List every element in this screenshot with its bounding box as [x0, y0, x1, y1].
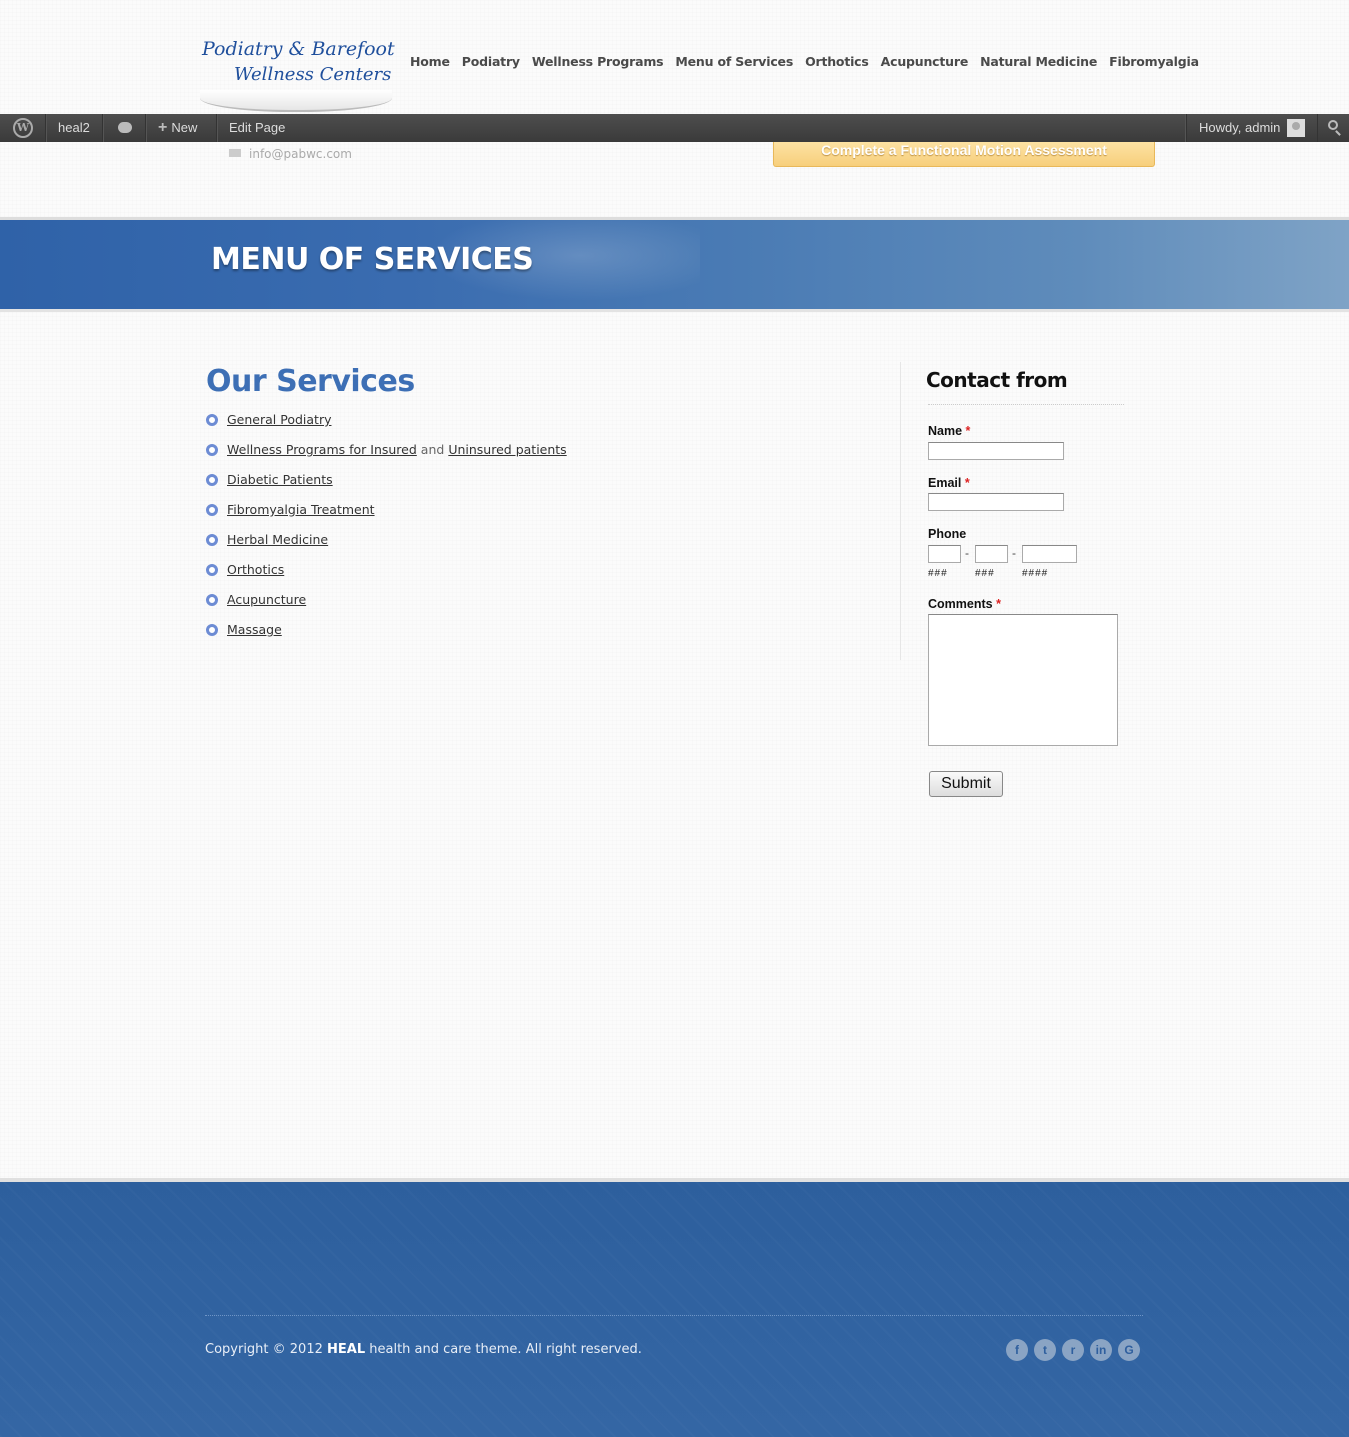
phone-prefix-field[interactable]	[975, 545, 1008, 563]
phone-dash: -	[965, 546, 969, 560]
plus-icon: +	[158, 119, 168, 136]
envelope-icon	[229, 149, 241, 157]
comments-label-text: Comments	[928, 597, 993, 611]
facebook-icon[interactable]: f	[1006, 1339, 1028, 1361]
bullet-icon	[206, 444, 218, 456]
header-email[interactable]: info@pabwc.com	[229, 147, 352, 161]
bullet-icon	[206, 594, 218, 606]
nav-orthotics[interactable]: Orthotics	[805, 54, 869, 69]
search-icon	[1328, 120, 1338, 130]
nav-fibromyalgia[interactable]: Fibromyalgia	[1109, 54, 1199, 69]
email-field[interactable]	[928, 493, 1064, 511]
email-label: Email *	[928, 476, 970, 490]
main-nav: Home Podiatry Wellness Programs Menu of …	[410, 54, 1199, 69]
contact-form-title: Contact from	[926, 368, 1068, 392]
list-item: Herbal Medicine	[206, 530, 567, 560]
phone-hint: ###	[928, 568, 948, 579]
new-label: New	[171, 120, 198, 135]
service-link[interactable]: Orthotics	[227, 562, 284, 577]
avatar	[1287, 119, 1305, 137]
comments-link[interactable]	[103, 114, 146, 142]
new-content-menu[interactable]: + New	[146, 114, 217, 142]
account-menu[interactable]: Howdy, admin	[1186, 114, 1318, 142]
linkedin-icon[interactable]: in	[1090, 1339, 1112, 1361]
edit-page-link[interactable]: Edit Page	[217, 114, 297, 142]
nav-acupuncture[interactable]: Acupuncture	[881, 54, 969, 69]
service-link[interactable]: Massage	[227, 622, 282, 637]
column-divider	[900, 362, 901, 660]
bullet-icon	[206, 414, 218, 426]
required-marker: *	[996, 597, 1001, 611]
logo-swoosh	[200, 90, 392, 112]
service-link[interactable]: Fibromyalgia Treatment	[227, 502, 375, 517]
google-icon[interactable]: G	[1118, 1339, 1140, 1361]
services-list: General Podiatry Wellness Programs for I…	[206, 410, 567, 650]
title-rule	[928, 404, 1124, 405]
rss-icon[interactable]: r	[1062, 1339, 1084, 1361]
admin-bar: W heal2 + New Edit Page Howdy, admin	[0, 114, 1349, 142]
phone-hint: ####	[1022, 568, 1049, 579]
service-link[interactable]: Herbal Medicine	[227, 532, 328, 547]
twitter-icon[interactable]: t	[1034, 1339, 1056, 1361]
bullet-icon	[206, 534, 218, 546]
name-field[interactable]	[928, 442, 1064, 460]
list-item: Acupuncture	[206, 590, 567, 620]
nav-podiatry[interactable]: Podiatry	[462, 54, 520, 69]
phone-dash: -	[1012, 546, 1016, 560]
logo-line2: Wellness Centers	[234, 64, 392, 85]
logo-line1: Podiatry & Barefoot	[202, 38, 395, 60]
admin-search[interactable]	[1318, 114, 1349, 142]
nav-natural-medicine[interactable]: Natural Medicine	[980, 54, 1097, 69]
comment-bubble-icon	[118, 122, 132, 133]
service-link[interactable]: Uninsured patients	[448, 442, 566, 457]
list-item: General Podiatry	[206, 410, 567, 440]
phone-label: Phone	[928, 527, 967, 541]
site-logo[interactable]: Podiatry & Barefoot Wellness Centers	[198, 30, 395, 112]
service-link[interactable]: Acupuncture	[227, 592, 306, 607]
comments-label: Comments *	[928, 597, 1001, 611]
wordpress-icon: W	[13, 118, 33, 138]
copyright-text: Copyright © 2012 HEAL health and care th…	[205, 1342, 642, 1357]
howdy-text: Howdy, admin	[1199, 120, 1281, 135]
service-link[interactable]: Diabetic Patients	[227, 472, 333, 487]
bullet-icon	[206, 564, 218, 576]
email-text: info@pabwc.com	[249, 147, 352, 161]
comments-field[interactable]	[928, 614, 1118, 746]
phone-area-field[interactable]	[928, 545, 961, 563]
list-item: Orthotics	[206, 560, 567, 590]
list-item: Diabetic Patients	[206, 470, 567, 500]
nav-wellness-programs[interactable]: Wellness Programs	[532, 54, 664, 69]
and-text: and	[420, 442, 445, 457]
site-footer: Copyright © 2012 HEAL health and care th…	[0, 1178, 1349, 1437]
list-item: Fibromyalgia Treatment	[206, 500, 567, 530]
social-links: f t r in G	[1006, 1339, 1140, 1361]
name-label: Name *	[928, 424, 970, 438]
list-item: Massage	[206, 620, 567, 650]
email-label-text: Email	[928, 476, 962, 490]
required-marker: *	[965, 424, 971, 438]
wordpress-menu[interactable]: W	[0, 114, 46, 142]
name-label-text: Name	[928, 424, 963, 438]
nav-home[interactable]: Home	[410, 54, 450, 69]
copyright-pre: Copyright © 2012	[205, 1342, 328, 1357]
phone-hint: ###	[975, 568, 995, 579]
submit-button[interactable]: Submit	[929, 771, 1003, 797]
bullet-icon	[206, 504, 218, 516]
service-link[interactable]: General Podiatry	[227, 412, 331, 427]
phone-line-field[interactable]	[1022, 545, 1077, 563]
nav-menu-of-services[interactable]: Menu of Services	[675, 54, 793, 69]
page-banner: MENU OF SERVICES	[0, 217, 1349, 312]
services-heading: Our Services	[206, 364, 415, 399]
footer-rule	[205, 1315, 1143, 1316]
bullet-icon	[206, 474, 218, 486]
copyright-post: health and care theme. All right reserve…	[365, 1342, 642, 1357]
bullet-icon	[206, 624, 218, 636]
required-marker: *	[964, 476, 970, 490]
cta-button[interactable]: Complete a Functional Motion Assessment	[773, 142, 1155, 167]
page-title: MENU OF SERVICES	[211, 242, 534, 277]
service-link[interactable]: Wellness Programs for Insured	[227, 442, 417, 457]
site-name-link[interactable]: heal2	[46, 114, 103, 142]
copyright-brand: HEAL	[327, 1342, 366, 1357]
list-item: Wellness Programs for Insured and Uninsure…	[206, 440, 567, 470]
